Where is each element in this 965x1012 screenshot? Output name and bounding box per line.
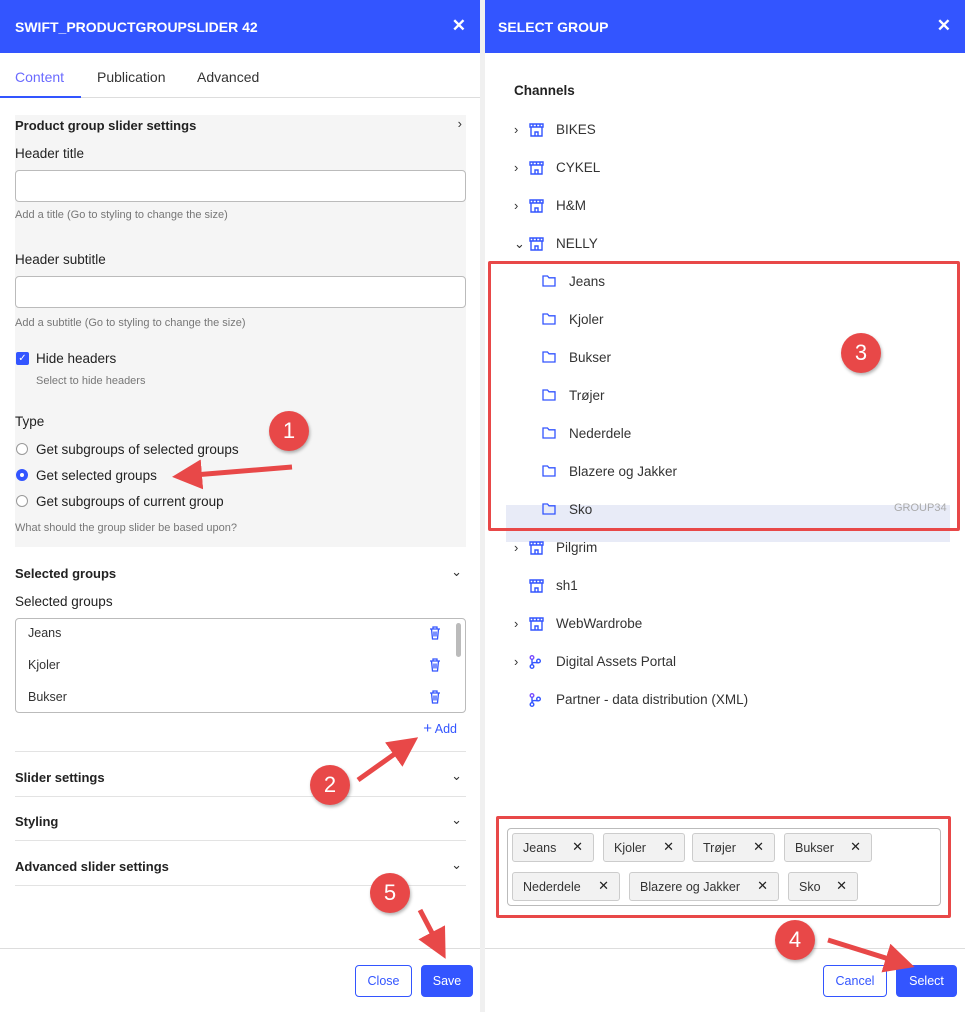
arrow-4 — [827, 937, 915, 973]
annotation-arrows — [172, 459, 915, 973]
arrow-5 — [417, 908, 446, 959]
arrow-1 — [172, 459, 293, 490]
annotation-badge: 2 — [310, 765, 350, 805]
annotation-badge: 1 — [269, 411, 309, 451]
arrow-2 — [356, 737, 419, 783]
annotation-badge: 4 — [775, 920, 815, 960]
annotation-badge: 3 — [841, 333, 881, 373]
annotation-badge: 5 — [370, 873, 410, 913]
